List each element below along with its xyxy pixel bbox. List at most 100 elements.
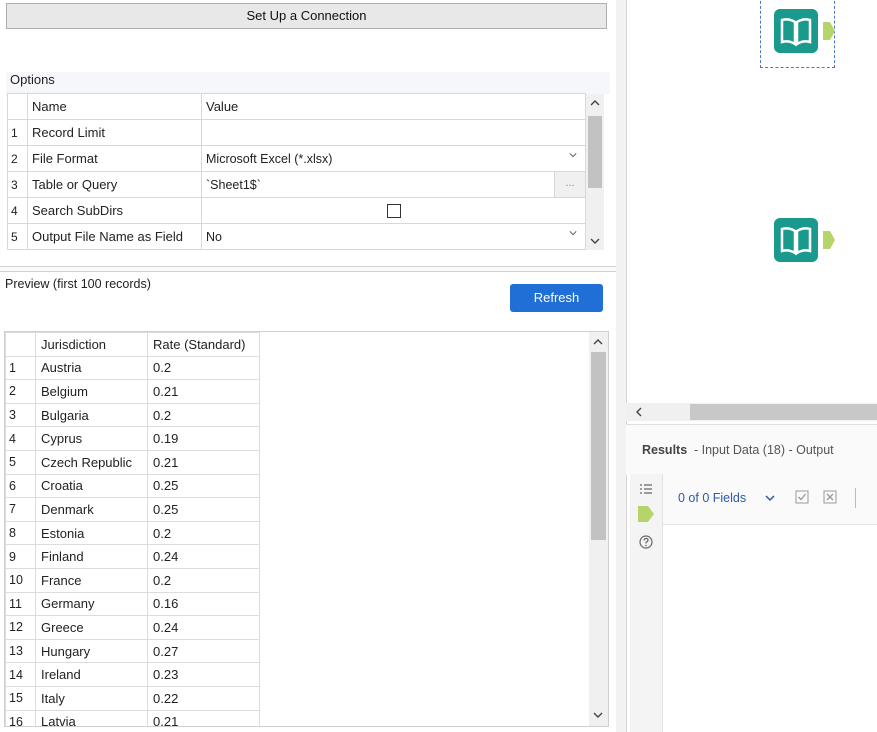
book-tool-icon[interactable] bbox=[773, 8, 823, 56]
preview-scrollbar[interactable] bbox=[589, 332, 608, 726]
scroll-left-icon[interactable] bbox=[634, 407, 644, 417]
browse-query-button[interactable]: ... bbox=[554, 172, 585, 197]
preview-row[interactable]: 12 Greece 0.24 bbox=[5, 615, 260, 640]
jurisdiction-cell[interactable]: Hungary bbox=[35, 638, 148, 664]
rate-cell[interactable]: 0.2 bbox=[147, 520, 260, 546]
option-row-search-subdirs[interactable]: 4 Search SubDirs bbox=[7, 197, 586, 224]
option-row-output-file-name[interactable]: 5 Output File Name as Field No bbox=[7, 223, 586, 250]
preview-row[interactable]: 15 Italy 0.22 bbox=[5, 685, 260, 711]
help-icon[interactable] bbox=[639, 535, 653, 549]
row-number: 16 bbox=[5, 709, 36, 726]
output-anchor-icon[interactable] bbox=[823, 22, 835, 40]
row-number: 4 bbox=[7, 197, 28, 224]
jurisdiction-cell[interactable]: France bbox=[35, 567, 148, 593]
jurisdiction-cell[interactable]: Italy bbox=[35, 685, 148, 711]
preview-row[interactable]: 7 Denmark 0.25 bbox=[5, 497, 260, 522]
output-anchor-icon[interactable] bbox=[823, 231, 835, 249]
book-tool-icon[interactable] bbox=[773, 217, 823, 265]
jurisdiction-cell[interactable]: Ireland bbox=[35, 662, 148, 687]
jurisdiction-cell[interactable]: Finland bbox=[35, 544, 148, 569]
preview-row[interactable]: 3 Bulgaria 0.2 bbox=[5, 402, 260, 428]
options-scroll-thumb[interactable] bbox=[588, 116, 602, 188]
rate-cell[interactable]: 0.24 bbox=[147, 615, 260, 640]
rate-cell[interactable]: 0.21 bbox=[147, 379, 260, 404]
rate-cell[interactable]: 0.2 bbox=[147, 402, 260, 428]
option-row-file-format[interactable]: 2 File Format Microsoft Excel (*.xlsx) bbox=[7, 145, 586, 172]
preview-row[interactable]: 4 Cyprus 0.19 bbox=[5, 426, 260, 451]
chevron-down-icon[interactable] bbox=[569, 229, 577, 237]
row-number: 9 bbox=[5, 544, 36, 569]
canvas-scroll-thumb[interactable] bbox=[690, 404, 877, 420]
preview-row[interactable]: 10 France 0.2 bbox=[5, 567, 260, 593]
panel-divider[interactable] bbox=[616, 0, 626, 732]
preview-row[interactable]: 6 Croatia 0.25 bbox=[5, 473, 260, 499]
jurisdiction-column-header[interactable]: Jurisdiction bbox=[35, 332, 148, 357]
rate-cell[interactable]: 0.24 bbox=[147, 544, 260, 569]
search-subdirs-checkbox[interactable] bbox=[386, 204, 401, 219]
rate-column-header[interactable]: Rate (Standard) bbox=[147, 332, 260, 357]
jurisdiction-cell[interactable]: Austria bbox=[35, 355, 148, 381]
scroll-down-icon[interactable] bbox=[590, 236, 600, 246]
search-subdirs-cell[interactable] bbox=[201, 197, 586, 224]
preview-row[interactable]: 11 Germany 0.16 bbox=[5, 591, 260, 617]
check-icon[interactable] bbox=[795, 490, 809, 504]
preview-scroll-thumb[interactable] bbox=[591, 352, 606, 540]
refresh-button[interactable]: Refresh bbox=[510, 284, 603, 312]
preview-row[interactable]: 13 Hungary 0.27 bbox=[5, 638, 260, 664]
jurisdiction-cell[interactable]: Estonia bbox=[35, 520, 148, 546]
preview-row[interactable]: 9 Finland 0.24 bbox=[5, 544, 260, 569]
jurisdiction-cell[interactable]: Greece bbox=[35, 615, 148, 640]
rate-cell[interactable]: 0.22 bbox=[147, 685, 260, 711]
table-or-query-input[interactable]: `Sheet1$` ... bbox=[201, 171, 586, 198]
row-number: 1 bbox=[5, 355, 36, 381]
jurisdiction-cell[interactable]: Denmark bbox=[35, 497, 148, 522]
jurisdiction-cell[interactable]: Germany bbox=[35, 591, 148, 617]
jurisdiction-cell[interactable]: Belgium bbox=[35, 379, 148, 404]
list-icon[interactable] bbox=[639, 482, 653, 496]
preview-row[interactable]: 1 Austria 0.2 bbox=[5, 355, 260, 381]
pane-splitter[interactable] bbox=[0, 266, 616, 272]
options-scrollbar[interactable] bbox=[586, 94, 604, 250]
rate-cell[interactable]: 0.21 bbox=[147, 449, 260, 475]
clear-icon[interactable] bbox=[823, 490, 837, 504]
set-up-connection-button[interactable]: Set Up a Connection bbox=[6, 3, 607, 29]
chevron-down-icon[interactable] bbox=[765, 493, 775, 503]
output-anchor-icon[interactable] bbox=[637, 505, 655, 523]
jurisdiction-cell[interactable]: Cyprus bbox=[35, 426, 148, 451]
rate-cell[interactable]: 0.2 bbox=[147, 355, 260, 381]
preview-row[interactable]: 14 Ireland 0.23 bbox=[5, 662, 260, 687]
workflow-canvas[interactable] bbox=[626, 0, 877, 732]
jurisdiction-cell[interactable]: Czech Republic bbox=[35, 449, 148, 475]
jurisdiction-cell[interactable]: Latvia bbox=[35, 709, 148, 726]
results-toolbar: 0 of 0 Fields bbox=[663, 474, 877, 525]
rate-cell[interactable]: 0.2 bbox=[147, 567, 260, 593]
rate-cell[interactable]: 0.16 bbox=[147, 591, 260, 617]
fields-selector[interactable]: 0 of 0 Fields bbox=[678, 491, 746, 505]
option-row-table-or-query[interactable]: 3 Table or Query `Sheet1$` ... bbox=[7, 171, 586, 198]
rate-cell[interactable]: 0.21 bbox=[147, 709, 260, 726]
rate-cell[interactable]: 0.25 bbox=[147, 473, 260, 499]
rate-cell[interactable]: 0.27 bbox=[147, 638, 260, 664]
file-format-select[interactable]: Microsoft Excel (*.xlsx) bbox=[201, 145, 586, 172]
options-header-row: Name Value bbox=[7, 93, 586, 120]
preview-row[interactable]: 8 Estonia 0.2 bbox=[5, 520, 260, 546]
chevron-down-icon[interactable] bbox=[569, 151, 577, 159]
rate-cell[interactable]: 0.25 bbox=[147, 497, 260, 522]
jurisdiction-cell[interactable]: Bulgaria bbox=[35, 402, 148, 428]
output-file-name-select[interactable]: No bbox=[201, 223, 586, 250]
preview-row[interactable]: 2 Belgium 0.21 bbox=[5, 379, 260, 404]
option-row-record-limit[interactable]: 1 Record Limit bbox=[7, 119, 586, 146]
jurisdiction-cell[interactable]: Croatia bbox=[35, 473, 148, 499]
row-number: 15 bbox=[5, 685, 36, 711]
preview-row[interactable]: 5 Czech Republic 0.21 bbox=[5, 449, 260, 475]
rate-cell[interactable]: 0.19 bbox=[147, 426, 260, 451]
preview-row[interactable]: 16 Latvia 0.21 bbox=[5, 709, 260, 726]
scroll-up-icon[interactable] bbox=[593, 337, 603, 347]
row-number: 14 bbox=[5, 662, 36, 687]
rate-cell[interactable]: 0.23 bbox=[147, 662, 260, 687]
scroll-down-icon[interactable] bbox=[593, 710, 603, 720]
scroll-up-icon[interactable] bbox=[590, 98, 600, 108]
toolbar-separator bbox=[855, 488, 856, 508]
record-limit-input[interactable] bbox=[201, 119, 586, 146]
row-number: 4 bbox=[5, 426, 36, 451]
